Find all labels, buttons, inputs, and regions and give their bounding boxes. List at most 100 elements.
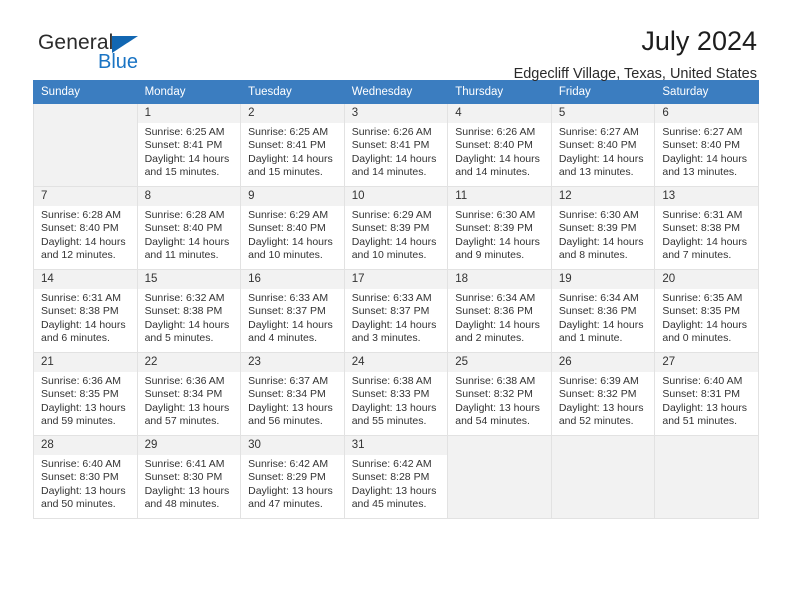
day-number: 12 xyxy=(551,187,655,206)
daylight-text-line2: and 4 minutes. xyxy=(248,332,318,345)
daylight-text-line1: Daylight: 13 hours xyxy=(662,401,748,414)
day-number: 16 xyxy=(241,270,344,289)
sunset-text: Sunset: 8:40 PM xyxy=(41,222,119,235)
calendar-day-cell[interactable]: 15 Sunrise: 6:32 AM Sunset: 8:38 PM Dayligh… xyxy=(136,269,242,353)
calendar-day-cell[interactable]: 4 Sunrise: 6:26 AM Sunset: 8:40 PM Daylight… xyxy=(447,103,552,187)
page-header: General Blue July 2024 Edgecliff Village… xyxy=(33,0,759,82)
day-number: 10 xyxy=(344,187,448,206)
day-number: 15 xyxy=(137,270,241,289)
calendar-day-cell[interactable]: 6 Sunrise: 6:27 AM Sunset: 8:40 PM Daylight… xyxy=(654,103,759,187)
sunrise-text: Sunrise: 6:28 AM xyxy=(41,209,121,221)
sunset-text: Sunset: 8:40 PM xyxy=(455,139,533,152)
sunrise-text: Sunrise: 6:27 AM xyxy=(662,126,743,138)
daylight-text-line2: and 10 minutes. xyxy=(351,249,427,262)
calendar-day-cell[interactable]: 18 Sunrise: 6:34 AM Sunset: 8:36 PM Dayligh… xyxy=(447,269,552,353)
calendar-day-cell[interactable]: 7 Sunrise: 6:28 AM Sunset: 8:40 PM Daylight… xyxy=(33,186,138,270)
calendar-day-cell[interactable]: 25 Sunrise: 6:38 AM Sunset: 8:32 PM Dayligh… xyxy=(447,352,552,436)
day-number: 29 xyxy=(137,436,241,455)
sunrise-text: Sunrise: 6:27 AM xyxy=(558,126,639,138)
daylight-text-line1: Daylight: 14 hours xyxy=(41,235,126,248)
calendar-day-cell[interactable]: 30 Sunrise: 6:42 AM Sunset: 8:29 PM Dayligh… xyxy=(240,435,345,519)
calendar-day-cell[interactable]: 13 Sunrise: 6:31 AM Sunset: 8:38 PM Dayligh… xyxy=(654,186,759,270)
sunset-text: Sunset: 8:30 PM xyxy=(41,471,119,484)
day-number: 18 xyxy=(448,270,551,289)
calendar-day-cell[interactable]: 20 Sunrise: 6:35 AM Sunset: 8:35 PM Dayligh… xyxy=(654,269,759,353)
sunset-text: Sunset: 8:38 PM xyxy=(662,222,741,235)
daylight-text-line1: Daylight: 13 hours xyxy=(248,401,333,414)
daylight-text-line2: and 52 minutes. xyxy=(558,415,634,428)
general-blue-logo[interactable]: General Blue xyxy=(33,26,193,74)
day-sun-info: Sunrise: 6:26 AM Sunset: 8:41 PM Daylight:… xyxy=(345,123,448,180)
sunset-text: Sunset: 8:35 PM xyxy=(41,388,119,401)
calendar-day-cell[interactable]: 8 Sunrise: 6:28 AM Sunset: 8:40 PM Daylight… xyxy=(136,186,242,270)
calendar-day-cell[interactable]: 19 Sunrise: 6:34 AM Sunset: 8:36 PM Dayligh… xyxy=(550,269,656,353)
sunset-text: Sunset: 8:40 PM xyxy=(248,222,326,235)
daylight-text-line2: and 7 minutes. xyxy=(662,249,732,262)
daylight-text-line2: and 10 minutes. xyxy=(248,249,323,262)
daylight-text-line2: and 56 minutes. xyxy=(248,415,323,428)
sunset-text: Sunset: 8:30 PM xyxy=(144,471,223,484)
daylight-text-line1: Daylight: 13 hours xyxy=(455,401,540,414)
calendar-day-cell[interactable]: 14 Sunrise: 6:31 AM Sunset: 8:38 PM Dayligh… xyxy=(33,269,138,353)
calendar-day-cell[interactable]: 16 Sunrise: 6:33 AM Sunset: 8:37 PM Dayligh… xyxy=(240,269,345,353)
day-sun-info: Sunrise: 6:42 AM Sunset: 8:28 PM Daylight:… xyxy=(345,455,448,512)
sunrise-text: Sunrise: 6:33 AM xyxy=(351,292,432,304)
calendar-day-cell[interactable]: 27 Sunrise: 6:40 AM Sunset: 8:31 PM Dayligh… xyxy=(654,352,759,436)
day-number: 2 xyxy=(241,104,344,123)
sunrise-text: Sunrise: 6:41 AM xyxy=(144,458,225,470)
daylight-text-line1: Daylight: 14 hours xyxy=(662,235,748,248)
calendar-day-cell[interactable]: 23 Sunrise: 6:37 AM Sunset: 8:34 PM Dayligh… xyxy=(240,352,345,436)
sunset-text: Sunset: 8:41 PM xyxy=(144,139,223,152)
daylight-text-line1: Daylight: 14 hours xyxy=(662,152,748,165)
calendar-day-cell[interactable]: 28 Sunrise: 6:40 AM Sunset: 8:30 PM Dayligh… xyxy=(33,435,138,519)
day-number: 25 xyxy=(448,353,551,372)
daylight-text-line2: and 8 minutes. xyxy=(558,249,628,262)
sunset-text: Sunset: 8:38 PM xyxy=(41,305,119,318)
day-sun-info: Sunrise: 6:36 AM Sunset: 8:35 PM Daylight:… xyxy=(34,372,137,429)
calendar-day-cell[interactable]: 31 Sunrise: 6:42 AM Sunset: 8:28 PM Dayligh… xyxy=(343,435,449,519)
sunrise-text: Sunrise: 6:37 AM xyxy=(248,375,329,387)
day-sun-info: Sunrise: 6:26 AM Sunset: 8:40 PM Daylight:… xyxy=(448,123,551,180)
day-number: 5 xyxy=(551,104,655,123)
daylight-text-line2: and 13 minutes. xyxy=(662,166,738,179)
calendar-day-cell[interactable]: 9 Sunrise: 6:29 AM Sunset: 8:40 PM Daylight… xyxy=(240,186,345,270)
day-number: 21 xyxy=(34,353,137,372)
day-number: 8 xyxy=(137,187,241,206)
calendar-day-cell[interactable]: 22 Sunrise: 6:36 AM Sunset: 8:34 PM Dayligh… xyxy=(136,352,242,436)
calendar-day-cell-empty xyxy=(447,435,552,519)
day-sun-info: Sunrise: 6:34 AM Sunset: 8:36 PM Daylight:… xyxy=(448,289,551,346)
calendar-day-cell[interactable]: 3 Sunrise: 6:26 AM Sunset: 8:41 PM Daylight… xyxy=(343,103,449,187)
calendar-day-cell[interactable]: 26 Sunrise: 6:39 AM Sunset: 8:32 PM Dayligh… xyxy=(550,352,656,436)
day-sun-info: Sunrise: 6:40 AM Sunset: 8:31 PM Daylight:… xyxy=(655,372,758,429)
calendar-day-cell[interactable]: 24 Sunrise: 6:38 AM Sunset: 8:33 PM Dayligh… xyxy=(343,352,449,436)
day-sun-info: Sunrise: 6:41 AM Sunset: 8:30 PM Daylight:… xyxy=(138,455,241,512)
calendar-day-cell[interactable]: 29 Sunrise: 6:41 AM Sunset: 8:30 PM Dayligh… xyxy=(136,435,242,519)
calendar-day-cell[interactable]: 1 Sunrise: 6:25 AM Sunset: 8:41 PM Daylight… xyxy=(136,103,242,187)
day-sun-info: Sunrise: 6:38 AM Sunset: 8:32 PM Daylight:… xyxy=(448,372,551,429)
day-sun-info: Sunrise: 6:33 AM Sunset: 8:37 PM Daylight:… xyxy=(345,289,448,346)
daylight-text-line1: Daylight: 13 hours xyxy=(248,484,333,497)
calendar-day-cell[interactable]: 21 Sunrise: 6:36 AM Sunset: 8:35 PM Dayligh… xyxy=(33,352,138,436)
daylight-text-line1: Daylight: 14 hours xyxy=(248,318,333,331)
daylight-text-line2: and 2 minutes. xyxy=(455,332,525,345)
sunrise-text: Sunrise: 6:31 AM xyxy=(41,292,121,304)
calendar-day-cell[interactable]: 10 Sunrise: 6:29 AM Sunset: 8:39 PM Dayligh… xyxy=(343,186,449,270)
calendar-day-cell[interactable]: 2 Sunrise: 6:25 AM Sunset: 8:41 PM Daylight… xyxy=(240,103,345,187)
day-sun-info: Sunrise: 6:30 AM Sunset: 8:39 PM Daylight:… xyxy=(448,206,551,263)
calendar-day-cell[interactable]: 17 Sunrise: 6:33 AM Sunset: 8:37 PM Dayligh… xyxy=(343,269,449,353)
daylight-text-line2: and 1 minute. xyxy=(558,332,623,345)
daylight-text-line1: Daylight: 14 hours xyxy=(455,318,540,331)
calendar-day-cell[interactable]: 11 Sunrise: 6:30 AM Sunset: 8:39 PM Dayligh… xyxy=(447,186,552,270)
sunset-text: Sunset: 8:34 PM xyxy=(144,388,223,401)
day-sun-info: Sunrise: 6:27 AM Sunset: 8:40 PM Daylight:… xyxy=(655,123,758,180)
day-number: 27 xyxy=(655,353,758,372)
sunrise-text: Sunrise: 6:42 AM xyxy=(248,458,329,470)
daylight-text-line2: and 12 minutes. xyxy=(41,249,116,262)
calendar-day-cell[interactable]: 5 Sunrise: 6:27 AM Sunset: 8:40 PM Daylight… xyxy=(550,103,656,187)
sunrise-text: Sunrise: 6:31 AM xyxy=(662,209,743,221)
sunset-text: Sunset: 8:34 PM xyxy=(248,388,326,401)
day-sun-info: Sunrise: 6:30 AM Sunset: 8:39 PM Daylight:… xyxy=(552,206,655,263)
calendar-day-cell[interactable]: 12 Sunrise: 6:30 AM Sunset: 8:39 PM Dayligh… xyxy=(550,186,656,270)
day-number: 7 xyxy=(34,187,137,206)
daylight-text-line1: Daylight: 13 hours xyxy=(351,401,437,414)
